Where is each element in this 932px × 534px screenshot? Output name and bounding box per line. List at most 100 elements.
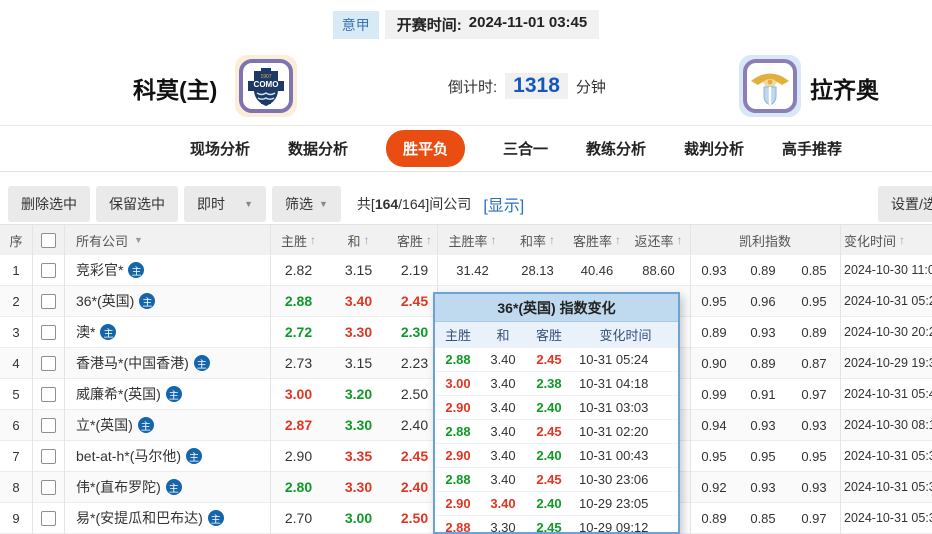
row-number: 6 [12, 417, 20, 433]
away-odds[interactable]: 2.50 [392, 503, 437, 533]
row-checkbox[interactable] [40, 417, 56, 433]
row-checkbox[interactable] [40, 324, 56, 340]
row-number: 1 [12, 262, 20, 278]
select-all-checkbox[interactable] [40, 232, 56, 248]
draw-odds[interactable]: 3.40 [327, 286, 390, 316]
home-odds[interactable]: 2.88 [270, 286, 327, 316]
company-cell[interactable]: 竞彩官* 主 [64, 255, 270, 285]
company-name: bet-at-h*(马尔他) [76, 448, 182, 464]
popup-home-odds: 2.88 [445, 520, 471, 534]
draw-odds[interactable]: 3.30 [327, 472, 390, 502]
tab-live-analysis[interactable]: 现场分析 [190, 138, 250, 159]
tab-referee-analysis[interactable]: 裁判分析 [684, 138, 744, 159]
tab-coach-analysis[interactable]: 教练分析 [586, 138, 646, 159]
col-header-away-odds-label: 客胜 [396, 233, 423, 249]
away-odds[interactable]: 2.30 [392, 317, 437, 347]
filter-dropdown[interactable]: 筛选 ▼ [272, 186, 341, 222]
company-cell[interactable]: 伟*(直布罗陀) 主 [64, 472, 270, 502]
popup-header: 主胜 和 客胜 变化时间 [435, 322, 678, 347]
tab-three-in-one[interactable]: 三合一 [503, 138, 548, 159]
away-odds[interactable]: 2.23 [392, 348, 437, 378]
away-odds[interactable]: 2.50 [392, 379, 437, 409]
col-header-away-odds[interactable]: 客胜 ↑ [392, 225, 437, 255]
home-odds[interactable]: 3.00 [270, 379, 327, 409]
col-header-home-odds[interactable]: 主胜 ↑ [270, 225, 327, 255]
col-header-away-rate[interactable]: 客胜率 ↑ [567, 225, 627, 255]
company-name: 威廉希*(英国) [76, 386, 161, 402]
col-header-change-time[interactable]: 变化时间 ↑ [840, 225, 932, 255]
company-cell[interactable]: 36*(英国) 主 [64, 286, 270, 316]
change-time: 2024-10-29 19:32 [844, 356, 932, 370]
row-checkbox-cell [32, 348, 64, 378]
tab-expert-picks[interactable]: 高手推荐 [782, 138, 842, 159]
draw-odds[interactable]: 3.35 [327, 441, 390, 471]
kelly-away: 0.85 [801, 262, 827, 278]
away-odds[interactable]: 2.40 [392, 472, 437, 502]
col-header-company[interactable]: 所有公司 ▼ [64, 225, 270, 255]
main-company-badge: 主 [165, 386, 182, 402]
popup-change-time: 10-31 05:24 [579, 352, 649, 367]
company-cell[interactable]: 立*(英国) 主 [64, 410, 270, 440]
away-odds[interactable]: 2.45 [392, 441, 437, 471]
away-odds[interactable]: 2.40 [392, 410, 437, 440]
home-rate: 31.42 [456, 262, 489, 278]
row-checkbox[interactable] [40, 510, 56, 526]
row-checkbox[interactable] [40, 479, 56, 495]
col-header-draw-odds[interactable]: 和 ↑ [327, 225, 390, 255]
popup-row: 2.90 3.40 2.40 10-31 00:43 [435, 443, 678, 467]
home-odds[interactable]: 2.73 [270, 348, 327, 378]
popup-rows: 2.88 3.40 2.45 10-31 05:24 3.00 3.40 2.38 10-31… [435, 347, 678, 534]
home-odds[interactable]: 2.90 [270, 441, 327, 471]
tab-data-analysis[interactable]: 数据分析 [288, 138, 348, 159]
kickoff-label: 开赛时间: [396, 17, 462, 34]
keep-selected-button[interactable]: 保留选中 [96, 186, 178, 222]
draw-odds[interactable]: 3.00 [327, 503, 390, 533]
home-odds[interactable]: 2.82 [270, 255, 327, 285]
kelly-home: 0.94 [701, 417, 727, 433]
draw-odds[interactable]: 3.30 [327, 317, 390, 347]
tab-win-draw-lose[interactable]: 胜平负 [385, 130, 465, 167]
row-checkbox[interactable] [40, 386, 56, 402]
away-odds[interactable]: 2.19 [392, 255, 437, 285]
draw-odds[interactable]: 3.15 [327, 255, 390, 285]
kelly-away: 0.87 [801, 355, 827, 371]
kelly-draw: 0.91 [750, 386, 776, 402]
popup-col-draw: 和 [496, 328, 510, 343]
kelly-home: 0.89 [701, 324, 727, 340]
delete-selected-button[interactable]: 删除选中 [8, 186, 90, 222]
live-dropdown[interactable]: 即时 ▼ [184, 186, 266, 222]
sort-up-icon: ↑ [490, 233, 497, 247]
col-header-home-rate[interactable]: 主胜率 ↑ [437, 225, 508, 255]
row-checkbox[interactable] [40, 262, 56, 278]
company-cell[interactable]: 香港马*(中国香港) 主 [64, 348, 270, 378]
row-checkbox[interactable] [40, 293, 56, 309]
company-name: 竞彩官* [76, 262, 124, 278]
col-header-return-rate[interactable]: 返还率 ↑ [627, 225, 690, 255]
company-cell[interactable]: 澳* 主 [64, 317, 270, 347]
row-checkbox[interactable] [40, 448, 56, 464]
draw-odds[interactable]: 3.15 [327, 348, 390, 378]
settings-button[interactable]: 设置/选项 [878, 186, 932, 222]
away-odds[interactable]: 2.45 [392, 286, 437, 316]
home-odds[interactable]: 2.70 [270, 503, 327, 533]
draw-odds[interactable]: 3.30 [327, 410, 390, 440]
home-odds[interactable]: 2.87 [270, 410, 327, 440]
company-name: 香港马*(中国香港) [76, 355, 189, 371]
kelly-home: 0.99 [701, 386, 727, 402]
kelly-away: 0.97 [801, 386, 827, 402]
draw-odds[interactable]: 3.20 [327, 379, 390, 409]
col-header-draw-rate[interactable]: 和率 ↑ [508, 225, 567, 255]
home-odds[interactable]: 2.80 [270, 472, 327, 502]
home-odds[interactable]: 2.72 [270, 317, 327, 347]
show-link[interactable]: [显示] [483, 192, 524, 216]
popup-change-time: 10-29 09:12 [579, 520, 649, 534]
col-header-home-odds-label: 主胜 [280, 233, 307, 249]
change-time: 2024-10-31 05:44 [844, 387, 932, 401]
company-cell[interactable]: 易*(安提瓜和巴布达) 主 [64, 503, 270, 533]
draw-rate: 28.13 [521, 262, 554, 278]
company-cell[interactable]: 威廉希*(英国) 主 [64, 379, 270, 409]
popup-draw-odds: 3.40 [490, 448, 516, 463]
row-checkbox[interactable] [40, 355, 56, 371]
company-cell[interactable]: bet-at-h*(马尔他) 主 [64, 441, 270, 471]
kelly-home: 0.92 [701, 479, 727, 495]
